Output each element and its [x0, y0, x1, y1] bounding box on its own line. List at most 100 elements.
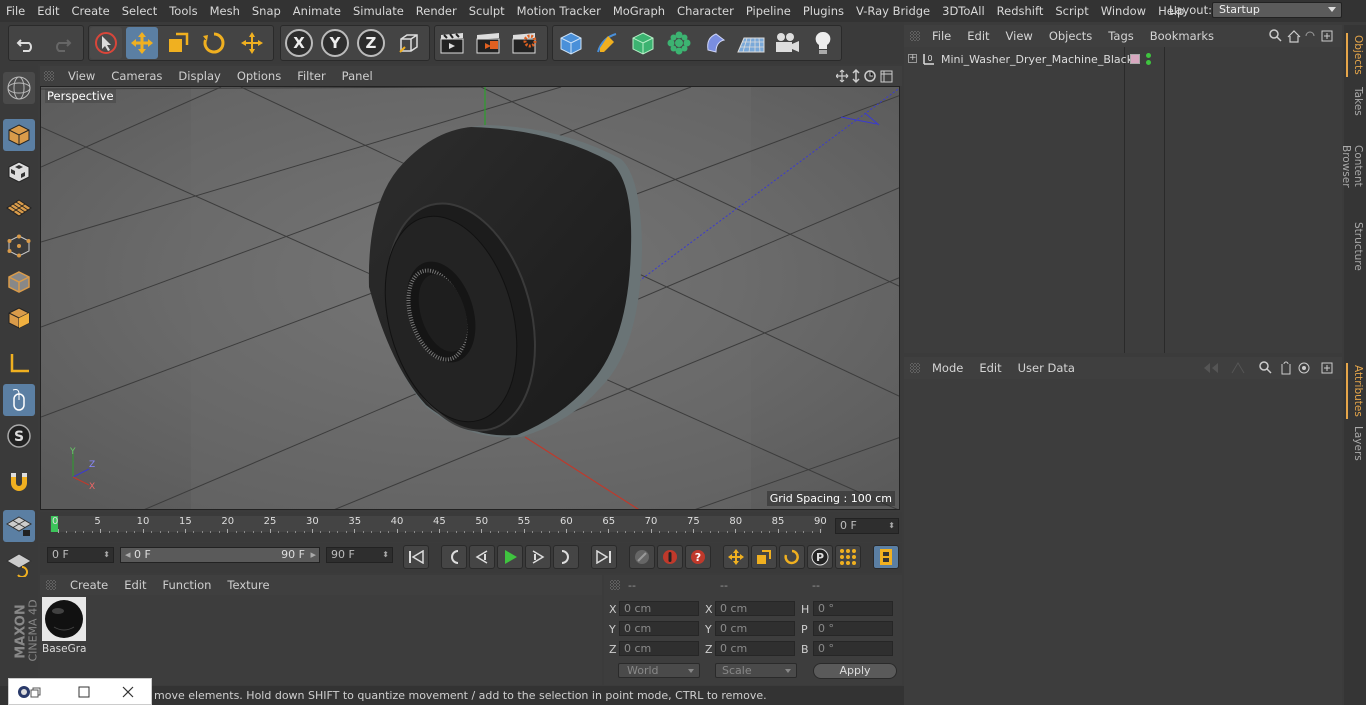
key-rotation-button[interactable] [779, 545, 805, 569]
viewport-menu-panel[interactable]: Panel [334, 69, 381, 83]
select-tool-button[interactable] [90, 27, 122, 59]
menu-vray-bridge[interactable]: V-Ray Bridge [850, 4, 936, 18]
tab-takes[interactable]: Takes [1346, 81, 1364, 121]
menu-sculpt[interactable]: Sculpt [463, 4, 511, 18]
tab-layers[interactable]: Layers [1346, 425, 1364, 461]
size-x-field[interactable]: 0 cm [715, 601, 795, 616]
undo-button[interactable] [10, 27, 42, 59]
maximize-icon[interactable] [77, 685, 91, 699]
redo-button[interactable] [46, 27, 78, 59]
workplane-mode-button[interactable] [3, 192, 35, 224]
axis-mode-button[interactable] [3, 348, 35, 380]
menu-snap[interactable]: Snap [246, 4, 287, 18]
preview-start-field[interactable]: 0 F ⬍ [47, 547, 114, 563]
attribute-menu-mode[interactable]: Mode [924, 361, 971, 375]
model-mode-button[interactable] [3, 119, 35, 151]
next-frame-button[interactable] [525, 545, 551, 569]
coordinate-system-button[interactable] [393, 27, 425, 59]
pos-y-field[interactable]: 0 cm [619, 621, 699, 636]
material-swatch[interactable]: BaseGra [42, 597, 86, 657]
key-pla-button[interactable] [835, 545, 861, 569]
tab-attributes[interactable]: Attributes [1346, 363, 1364, 419]
render-visibility-dot-icon[interactable] [1146, 60, 1151, 65]
menu-redshift[interactable]: Redshift [991, 4, 1050, 18]
size-mode-select[interactable]: Scale [715, 663, 797, 678]
menu-file[interactable]: File [0, 4, 31, 18]
camera-button[interactable] [771, 27, 803, 59]
layout-select[interactable]: Startup [1212, 2, 1342, 18]
size-y-field[interactable]: 0 cm [715, 621, 795, 636]
floor-button[interactable] [735, 27, 767, 59]
material-menu-function[interactable]: Function [155, 578, 220, 592]
panel-grip-icon[interactable] [610, 580, 620, 590]
object-menu-file[interactable]: File [924, 29, 959, 43]
rot-h-field[interactable]: 0 ° [813, 601, 893, 616]
record-keys-button[interactable] [629, 545, 655, 569]
spline-pen-button[interactable] [591, 27, 623, 59]
menu-window[interactable]: Window [1095, 4, 1152, 18]
material-menu-texture[interactable]: Texture [219, 578, 277, 592]
menu-animate[interactable]: Animate [287, 4, 347, 18]
attribute-menu-user-data[interactable]: User Data [1010, 361, 1083, 375]
apply-button[interactable]: Apply [813, 663, 897, 679]
attribute-nav-icons[interactable] [1198, 360, 1338, 376]
autokeying-button[interactable] [657, 545, 683, 569]
panel-grip-icon[interactable] [910, 363, 920, 373]
subdivision-surface-button[interactable] [627, 27, 659, 59]
menu-simulate[interactable]: Simulate [347, 4, 410, 18]
keyframe-selection-button[interactable]: ? [685, 545, 711, 569]
viewport-menu-view[interactable]: View [60, 69, 103, 83]
menu-render[interactable]: Render [410, 4, 463, 18]
panel-grip-icon[interactable] [46, 580, 56, 590]
make-editable-button[interactable] [3, 72, 35, 104]
next-key-button[interactable] [553, 545, 579, 569]
viewport-menu-display[interactable]: Display [170, 69, 228, 83]
go-to-end-button[interactable] [591, 545, 617, 569]
play-button[interactable] [497, 545, 523, 569]
recent-tool-button[interactable] [236, 27, 268, 59]
layer-color-swatch[interactable] [1130, 54, 1140, 64]
key-parameter-button[interactable]: P [807, 545, 833, 569]
coordinate-space-select[interactable]: World [618, 663, 700, 678]
object-menu-view[interactable]: View [998, 29, 1041, 43]
object-name[interactable]: Mini_Washer_Dryer_Machine_Black [941, 53, 1133, 66]
pos-x-field[interactable]: 0 cm [619, 601, 699, 616]
tweak-mode-button[interactable] [3, 384, 35, 416]
polygons-mode-button[interactable] [3, 302, 35, 334]
menu-motion-tracker[interactable]: Motion Tracker [511, 4, 607, 18]
locked-workplane-button[interactable] [3, 548, 35, 580]
pos-z-field[interactable]: 0 cm [619, 641, 699, 656]
render-settings-button[interactable] [508, 27, 540, 59]
rot-p-field[interactable]: 0 ° [813, 621, 893, 636]
move-tool-button[interactable] [126, 27, 158, 59]
object-menu-objects[interactable]: Objects [1041, 29, 1100, 43]
menu-mograph[interactable]: MoGraph [607, 4, 671, 18]
x-axis-lock-button[interactable]: X [283, 27, 315, 59]
close-icon[interactable] [121, 685, 135, 699]
magnet-snap-button[interactable] [3, 466, 35, 498]
tab-objects[interactable]: Objects [1346, 33, 1364, 77]
menu-create[interactable]: Create [66, 4, 116, 18]
preview-end-field[interactable]: 90 F ⬍ [326, 547, 393, 563]
points-mode-button[interactable] [3, 230, 35, 262]
object-menu-bookmarks[interactable]: Bookmarks [1142, 29, 1222, 43]
key-position-button[interactable] [723, 545, 749, 569]
render-picture-viewer-button[interactable] [472, 27, 504, 59]
material-menu-create[interactable]: Create [62, 578, 116, 592]
panel-grip-icon[interactable] [44, 71, 54, 81]
edges-mode-button[interactable] [3, 266, 35, 298]
size-z-field[interactable]: 0 cm [715, 641, 795, 656]
tab-content-browser[interactable]: Content Browser [1340, 125, 1364, 207]
menu-plugins[interactable]: Plugins [797, 4, 850, 18]
menu-3dtoall[interactable]: 3DToAll [936, 4, 991, 18]
object-menu-tags[interactable]: Tags [1100, 29, 1141, 43]
menu-select[interactable]: Select [116, 4, 163, 18]
snap-button[interactable]: S [3, 420, 35, 452]
rot-b-field[interactable]: 0 ° [813, 641, 893, 656]
tab-structure[interactable]: Structure [1346, 221, 1364, 271]
object-row[interactable]: + 0 Mini_Washer_Dryer_Machine_Black [904, 51, 1342, 69]
menu-character[interactable]: Character [671, 4, 740, 18]
texture-mode-button[interactable] [3, 156, 35, 188]
current-frame-field[interactable]: 0 F ⬍ [835, 518, 899, 534]
cinema4d-app-icon[interactable] [17, 685, 43, 699]
